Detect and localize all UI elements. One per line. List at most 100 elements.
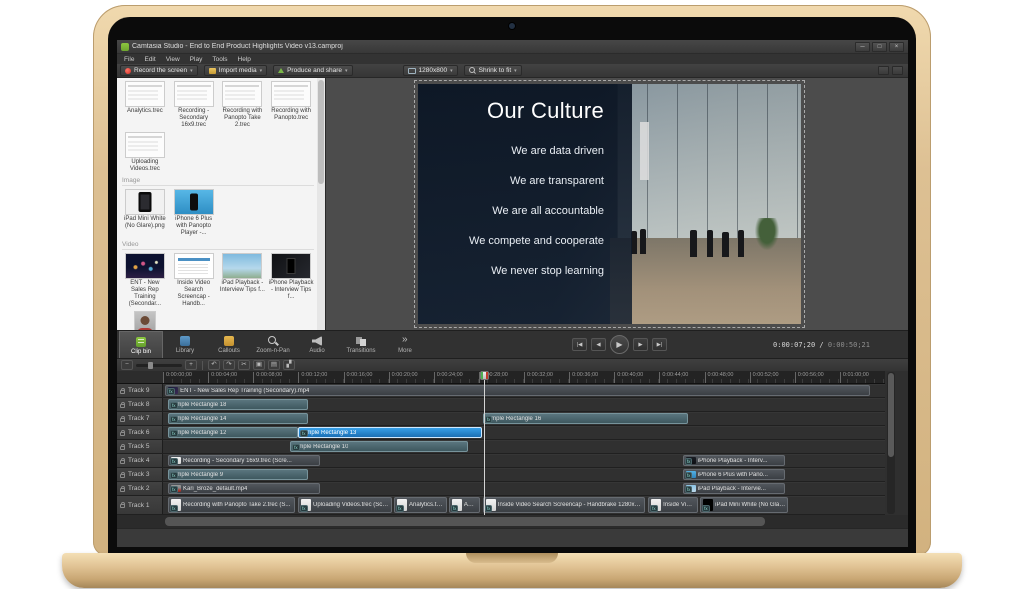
playhead-handle[interactable] [480, 371, 489, 380]
lock-icon[interactable] [120, 432, 125, 436]
timeline-clip[interactable]: ENT - New Sales Rep Training (Secondary)… [165, 385, 870, 396]
tab-transitions[interactable]: Transitions [339, 331, 383, 359]
menu-tools[interactable]: Tools [207, 56, 232, 63]
fx-badge[interactable]: fx [685, 486, 693, 493]
track-lane[interactable]: Recording - Secondary 16x9.trec (Scre...… [163, 454, 885, 467]
fx-badge[interactable]: fx [167, 388, 175, 395]
fx-badge[interactable]: fx [485, 505, 493, 512]
lock-icon[interactable] [120, 418, 125, 422]
timeline-clip[interactable]: Analytics.trec (...fx [394, 497, 447, 513]
clip-bin-item[interactable]: Uploading Videos.trec [122, 132, 168, 173]
timeline-clip[interactable]: Simple Rectangle 16fx [483, 413, 688, 424]
timeline-clip[interactable]: Uploading Videos.trec (Scre...fx [298, 497, 392, 513]
lock-icon[interactable] [120, 504, 125, 508]
record-screen-button[interactable]: Record the screen ▾ [120, 65, 198, 76]
fx-badge[interactable]: fx [300, 505, 308, 512]
import-media-button[interactable]: Import media ▾ [204, 65, 267, 76]
lock-icon[interactable] [120, 404, 125, 408]
preview-canvas[interactable]: Our Culture We are data drivenWe are tra… [418, 84, 801, 324]
maximize-button[interactable]: □ [872, 42, 887, 52]
track-lane[interactable]: Simple Rectangle 9fx iPhone 6 Plus with P… [163, 468, 885, 481]
next-frame-button[interactable]: ▶ [633, 338, 648, 351]
scrollbar-thumb[interactable] [318, 80, 324, 184]
tab-library[interactable]: Library [163, 331, 207, 359]
fullscreen-icon[interactable] [892, 66, 903, 75]
clip-bin-item[interactable]: iPad Playback - Interview Tips f... [220, 253, 266, 308]
fx-badge[interactable]: fx [170, 472, 178, 479]
fx-badge[interactable]: fx [170, 402, 178, 409]
tab-callouts[interactable]: Callouts [207, 331, 251, 359]
detach-preview-icon[interactable] [878, 66, 889, 75]
tab-more[interactable]: More [383, 331, 427, 359]
produce-share-button[interactable]: Produce and share ▾ [273, 65, 352, 76]
minimize-button[interactable]: ─ [855, 42, 870, 52]
track-lane[interactable]: Simple Rectangle 12fxSimple Rectangle 13… [163, 426, 885, 439]
track-lane[interactable]: Simple Rectangle 10fx [163, 440, 885, 453]
scrollbar-thumb[interactable] [888, 373, 894, 457]
lock-icon[interactable] [120, 474, 125, 478]
timeline-clip[interactable]: iPhone Playback - Interv...fx [683, 455, 785, 466]
timeline-clip[interactable]: Simple Rectangle 10fx [290, 441, 468, 452]
lock-icon[interactable] [120, 390, 125, 394]
clip-bin-item[interactable]: ENT - New Sales Rep Training (Secondar..… [122, 253, 168, 308]
vertical-scrollbar[interactable] [887, 372, 895, 514]
fx-badge[interactable]: fx [170, 430, 178, 437]
menu-file[interactable]: File [119, 56, 139, 63]
track-lane[interactable]: Kari_Broze_default.mp4fxiPad Playback - … [163, 482, 885, 495]
canvas-size-dropdown[interactable]: 1280x800 ▾ [403, 65, 458, 76]
clip-bin-item[interactable]: Inside Video Search Screencap - Handb... [171, 253, 217, 308]
tab-zoom-n-pan[interactable]: Zoom-n-Pan [251, 331, 295, 359]
fx-badge[interactable]: fx [685, 458, 693, 465]
track-lane[interactable]: Simple Rectangle 18fx [163, 398, 885, 411]
track-lane[interactable]: Simple Rectangle 14fxSimple Rectangle 16… [163, 412, 885, 425]
clip-bin-scrollbar[interactable] [317, 78, 325, 330]
timeline-clip[interactable]: Simple Rectangle 12fx [168, 427, 298, 438]
timeline-ruler[interactable]: 0:00:00;000:00:04;000:00:08;000:00:12;00… [163, 371, 885, 384]
clip-bin-item[interactable]: Recording with Panopto Take 2.trec [220, 81, 266, 129]
track-lane[interactable]: Recording with Panopto Take 2.trec (S...… [163, 496, 885, 514]
fx-badge[interactable]: fx [685, 472, 693, 479]
play-button[interactable]: ▶ [610, 335, 629, 354]
timeline-clip[interactable]: Recording - Secondary 16x9.trec (Scre...… [168, 455, 320, 466]
menu-play[interactable]: Play [185, 56, 208, 63]
menu-edit[interactable]: Edit [139, 56, 160, 63]
clip-bin-item[interactable]: Recording - Secondary 16x9.trec [171, 81, 217, 129]
lock-icon[interactable] [120, 460, 125, 464]
jump-to-end-button[interactable]: ▶| [652, 338, 667, 351]
clip-bin-item[interactable]: iPhone Playback - Interview Tips f... [268, 253, 314, 308]
scrollbar-thumb[interactable] [165, 517, 765, 526]
clip-bin-item[interactable]: iPhone 6 Plus with Panopto Player -... [171, 189, 217, 237]
playhead[interactable] [484, 371, 485, 515]
clip-bin-item[interactable]: iPad Mini White (No Glare).png [122, 189, 168, 237]
redo-icon[interactable]: ↷ [223, 360, 235, 370]
zoom-out-icon[interactable]: − [121, 360, 133, 370]
jump-to-start-button[interactable]: |◀ [572, 338, 587, 351]
timeline-clip[interactable]: Anal...fx [449, 497, 480, 513]
split-icon[interactable]: ▞ [283, 360, 295, 370]
timeline-clip[interactable]: iPad Mini White (No Glar...fx [700, 497, 788, 513]
timeline-clip[interactable]: Inside Video...fx [648, 497, 698, 513]
tab-audio[interactable]: Audio [295, 331, 339, 359]
close-button[interactable]: × [889, 42, 904, 52]
fx-badge[interactable]: fx [451, 505, 459, 512]
timeline-clip[interactable]: Simple Rectangle 9fx [168, 469, 308, 480]
timeline-clip[interactable]: Simple Rectangle 18fx [168, 399, 308, 410]
clip-bin-item[interactable]: Recording with Panopto.trec [268, 81, 314, 129]
undo-icon[interactable]: ↶ [208, 360, 220, 370]
track-lane[interactable]: ENT - New Sales Rep Training (Secondary)… [163, 384, 885, 397]
fx-badge[interactable]: fx [292, 444, 300, 451]
cut-icon[interactable]: ✂ [238, 360, 250, 370]
fx-badge[interactable]: fx [650, 505, 658, 512]
timeline-clip[interactable]: Simple Rectangle 13fx [298, 427, 482, 438]
fx-badge[interactable]: fx [170, 505, 178, 512]
fx-badge[interactable]: fx [702, 505, 710, 512]
timeline-clip[interactable]: Kari_Broze_default.mp4fx [168, 483, 320, 494]
menu-help[interactable]: Help [233, 56, 256, 63]
tab-clip-bin[interactable]: Clip bin [119, 331, 163, 359]
zoom-in-icon[interactable]: + [185, 360, 197, 370]
menu-view[interactable]: View [161, 56, 185, 63]
timeline-clip[interactable]: iPhone 6 Plus with Pano...fx [683, 469, 785, 480]
fx-badge[interactable]: fx [170, 416, 178, 423]
timeline-zoom-slider[interactable] [136, 364, 182, 367]
timeline-clip[interactable]: Inside Video Search Screencap - Handbrak… [483, 497, 645, 513]
